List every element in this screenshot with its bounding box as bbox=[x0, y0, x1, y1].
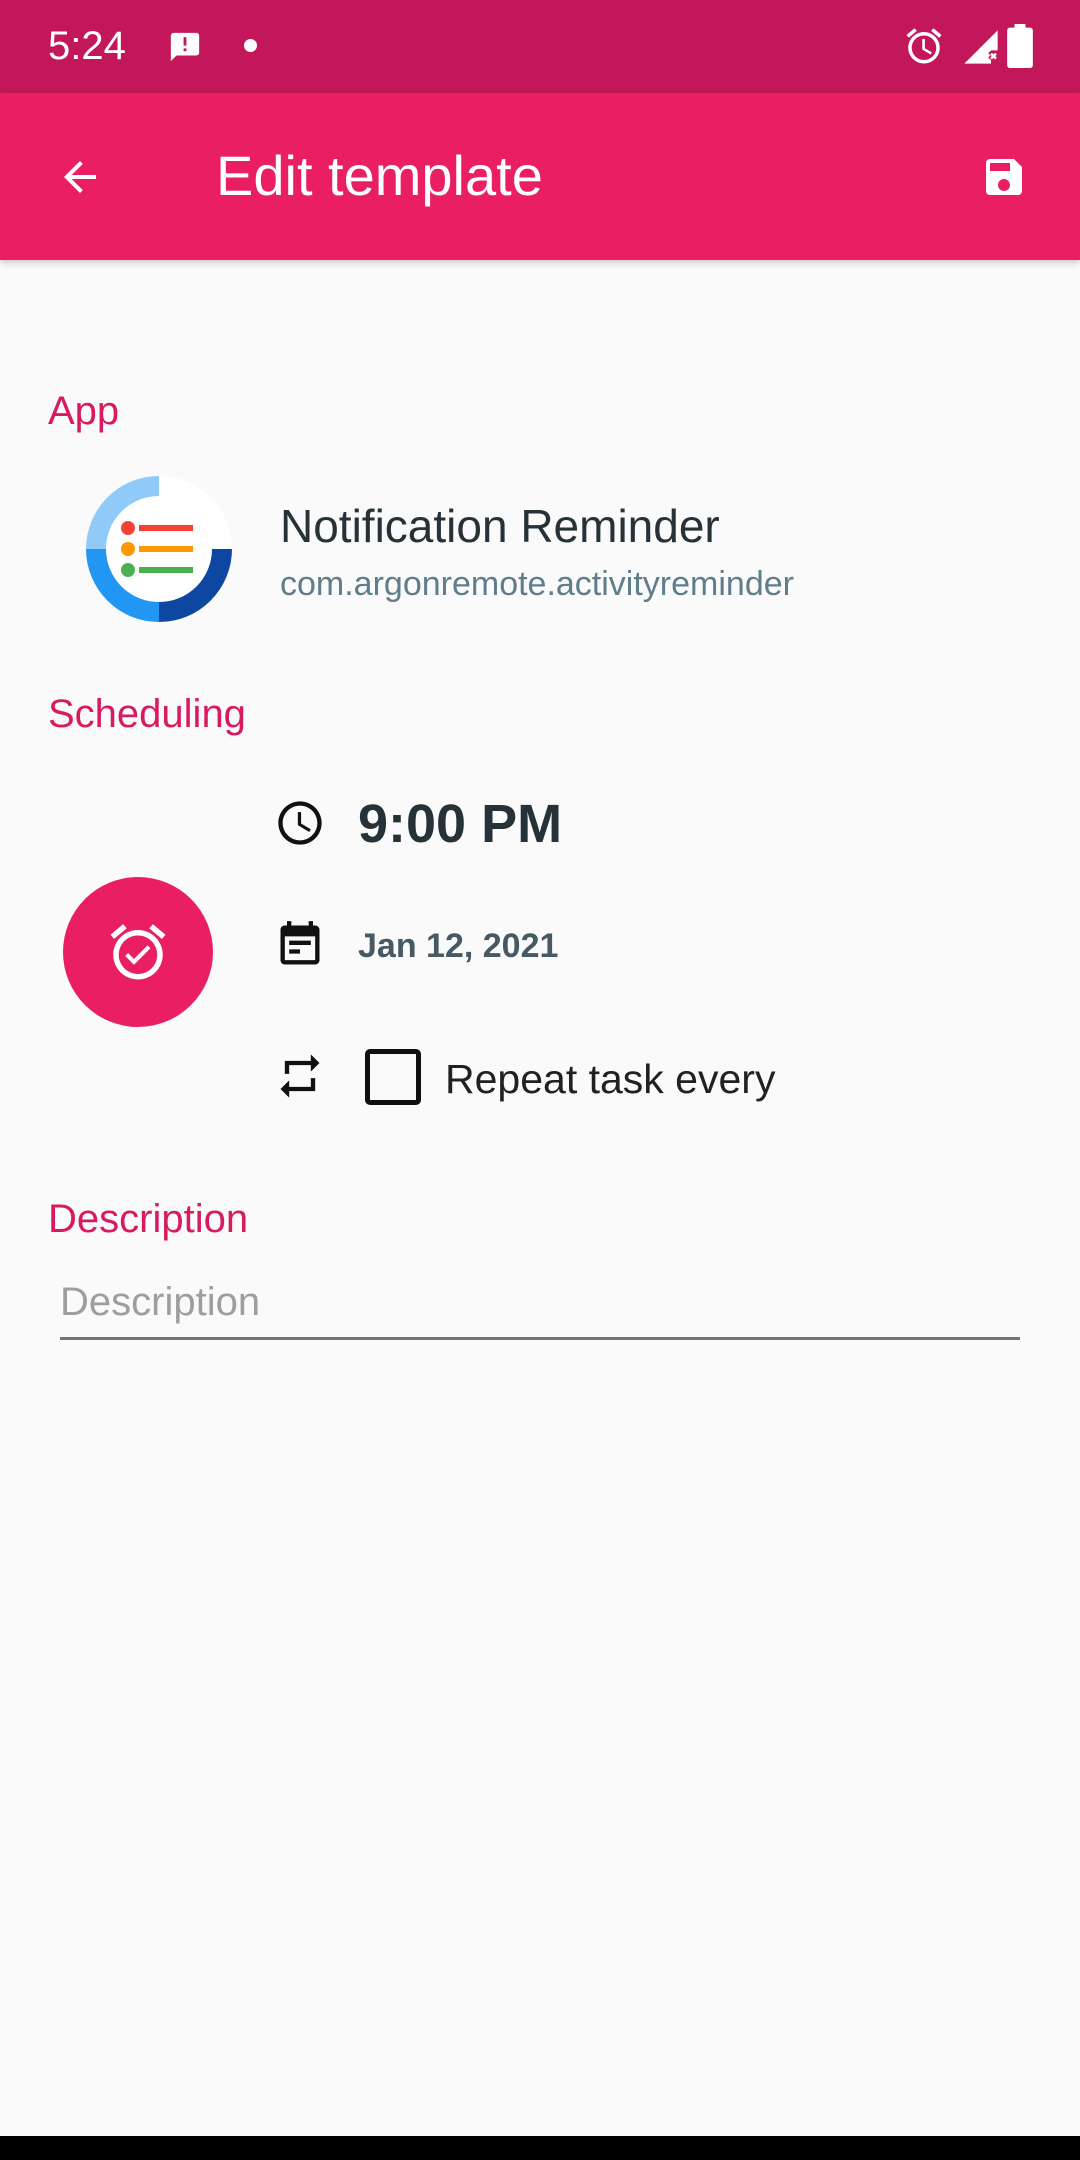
alarm-check-icon bbox=[110, 924, 166, 980]
arrow-back-icon[interactable] bbox=[56, 153, 104, 201]
status-bar: 5:24 bbox=[0, 0, 1080, 93]
repeat-label[interactable]: Repeat task every bbox=[445, 1054, 775, 1104]
app-name: Notification Reminder bbox=[280, 500, 720, 552]
status-time: 5:24 bbox=[48, 24, 126, 68]
save-icon[interactable] bbox=[980, 153, 1028, 201]
alarm-icon bbox=[906, 28, 942, 64]
battery-icon bbox=[1007, 24, 1033, 68]
page-title: Edit template bbox=[216, 144, 543, 207]
time-value[interactable]: 9:00 PM bbox=[358, 792, 562, 856]
message-alert-icon bbox=[170, 32, 200, 62]
date-value[interactable]: Jan 12, 2021 bbox=[358, 925, 558, 967]
calendar-icon bbox=[280, 921, 320, 965]
clock-icon bbox=[278, 801, 322, 845]
signal-no-data-icon bbox=[964, 30, 998, 64]
scheduling-section-label: Scheduling bbox=[48, 692, 246, 736]
navigation-bar bbox=[0, 2136, 1080, 2160]
description-input[interactable] bbox=[60, 1276, 1020, 1340]
app-package: com.argonremote.activityreminder bbox=[280, 565, 794, 603]
repeat-checkbox[interactable] bbox=[365, 1049, 421, 1105]
alarm-button[interactable] bbox=[63, 877, 213, 1027]
app-section-label: App bbox=[48, 389, 120, 433]
description-section-label: Description bbox=[48, 1197, 249, 1241]
dot-icon bbox=[244, 39, 257, 52]
repeat-icon bbox=[280, 1054, 320, 1098]
app-bar: Edit template bbox=[0, 93, 1080, 260]
app-icon bbox=[86, 476, 232, 622]
